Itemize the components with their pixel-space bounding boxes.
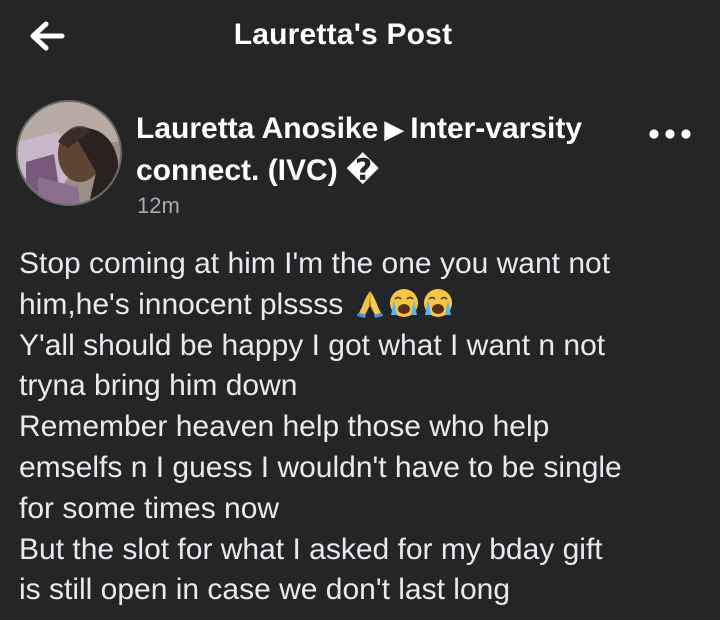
post-text-line: Y'all should be happy I got what I want … <box>19 328 606 362</box>
post-text-line: Stop coming at him I'm the one you want … <box>19 247 611 280</box>
post-text-line: tryna bring him down <box>19 369 298 403</box>
avatar-image <box>18 102 120 204</box>
post-text-line: is still open in case we don't last long <box>19 573 511 607</box>
post-body: Stop coming at him I'm the one you want … <box>19 244 709 611</box>
folded-hands-emoji <box>356 290 383 318</box>
post-timestamp[interactable]: 12m <box>137 193 180 219</box>
group-name-part2[interactable]: connect. (IVC) <box>136 154 338 187</box>
avatar[interactable] <box>16 100 122 206</box>
group-name-part1[interactable]: Inter-varsity <box>410 112 582 145</box>
post-text-segment: him,he's innocent plssss <box>19 287 344 321</box>
post-text-line: Remember heaven help those who help <box>19 410 550 444</box>
author-and-group: Lauretta Anosike ▶ Inter-varsity connect. … <box>136 108 636 192</box>
more-options-button[interactable] <box>642 116 702 150</box>
page-title: Lauretta's Post <box>233 18 453 51</box>
arrow-right-icon: ▶ <box>384 114 405 144</box>
author-name[interactable]: Lauretta Anosike <box>136 112 378 145</box>
post-text-line: him,he's innocent plssss <box>19 285 709 326</box>
post-text-line: for some times now <box>19 491 280 525</box>
group-suffix-icon: � <box>346 154 380 187</box>
top-bar: Lauretta's Post <box>0 0 720 78</box>
post-text-line: emselfs n I guess I wouldn't have to be … <box>19 450 622 484</box>
crying-face-emoji <box>423 288 452 317</box>
post-header: Lauretta Anosike ▶ Inter-varsity connect. … <box>0 96 720 226</box>
crying-face-emoji <box>389 288 418 317</box>
post-text-line: But the slot for what I asked for my bda… <box>19 532 603 566</box>
more-horizontal-icon <box>649 129 691 139</box>
